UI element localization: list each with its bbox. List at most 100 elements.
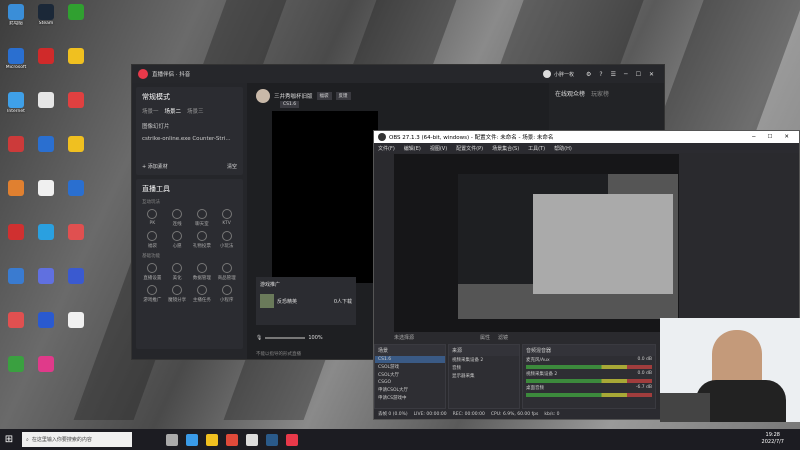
tab-player-rank[interactable]: 玩家榜 [591,89,609,98]
folder-icon[interactable] [206,433,218,446]
desktop-icon[interactable] [34,268,58,285]
desktop-icon[interactable] [4,180,28,197]
desktop-icon[interactable] [64,224,88,241]
desktop-icon[interactable] [64,4,88,21]
avatar[interactable] [542,70,551,78]
filters-button[interactable]: 滤镜 [498,334,508,341]
source-item[interactable]: 显示器采集 [449,372,519,380]
settings-icon[interactable]: ⚙ [586,71,591,78]
properties-button[interactable]: 属性 [480,334,490,341]
source-item[interactable]: 音频 [449,364,519,372]
scene-item[interactable]: CSOL游戏 [375,363,445,371]
menu-icon[interactable]: ☰ [611,71,616,78]
desktop-icon[interactable] [4,312,28,329]
source-item[interactable]: cstrike-online.exe Counter-Stri... [136,133,243,145]
desktop-icon[interactable] [34,92,58,109]
desktop-icon[interactable]: Internet [4,92,28,114]
tab-scene-1[interactable]: 场景一 [142,107,159,115]
tool-button[interactable]: 商品管理 [216,263,237,281]
minimize-icon[interactable]: ─ [624,71,628,78]
desktop-icon[interactable] [34,48,58,65]
steam-icon[interactable] [266,433,278,446]
desktop-icon[interactable] [34,180,58,197]
tag[interactable]: 福袋 [316,92,332,100]
mic-icon[interactable]: 🎙 [256,335,262,341]
chrome-icon[interactable] [226,433,238,446]
tool-button[interactable]: 游戏推广 [142,285,163,303]
obs-icon[interactable] [246,433,258,446]
close-icon[interactable]: ✕ [649,71,654,78]
taskbar-search[interactable]: ⌕ 在这里输入你要搜索的内容 [22,432,132,447]
desktop-icon[interactable] [4,356,28,373]
task-view-icon[interactable] [166,433,178,446]
tool-button[interactable]: 礼物投票 [192,231,213,249]
volume-meter[interactable] [526,393,652,397]
desktop-icon[interactable]: Microsoft [4,48,28,70]
tool-button[interactable]: 小玩法 [216,231,237,249]
tab-scene-3[interactable]: 场景三 [187,107,204,115]
scene-item[interactable]: CSGO [375,379,445,386]
edge-icon[interactable] [186,433,198,446]
desktop-icon[interactable] [64,136,88,153]
tool-button[interactable]: 小程序 [216,285,237,303]
obs-menu-item[interactable]: 配置文件(P) [456,145,483,152]
desktop-icon[interactable] [64,92,88,109]
tool-button[interactable]: 直播设置 [142,263,163,281]
obs-menu-item[interactable]: 场景集合(S) [492,145,519,152]
obs-menu-item[interactable]: 文件(F) [378,145,395,152]
tool-button[interactable]: 魔镜分享 [167,285,188,303]
obs-preview-canvas[interactable] [394,154,679,332]
minimize-icon[interactable]: ─ [752,134,755,140]
tool-button[interactable]: 福袋 [142,231,163,249]
help-icon[interactable]: ? [599,71,602,78]
promo-game-name[interactable]: 反恐精英 [277,298,297,305]
tool-button[interactable]: 美化 [167,263,188,281]
desktop-icon[interactable] [34,356,58,373]
game-chip[interactable]: CS1.6 [280,101,300,108]
close-icon[interactable]: ✕ [784,134,789,140]
system-clock[interactable]: 19:28 2022/7/7 [762,432,784,446]
source-item[interactable]: 视频采集设备 2 [449,356,519,364]
obs-menu-item[interactable]: 编辑(E) [404,145,421,152]
user-name[interactable]: 小胖一枚 [554,71,574,78]
add-source-button[interactable]: + 添加素材 [142,163,168,170]
obs-menu-item[interactable]: 工具(T) [528,145,545,152]
tool-button[interactable]: 连线 [167,209,188,227]
desktop-icon[interactable] [4,136,28,153]
desktop-icon[interactable]: 此电脑 [4,4,28,26]
tool-button[interactable]: 数据管理 [192,263,213,281]
desktop-icon[interactable]: Steam [34,4,58,26]
source-item[interactable]: 图像幻灯片 [136,119,243,133]
clear-button[interactable]: 清空 [227,163,237,170]
tool-button[interactable]: 主播任务 [192,285,213,303]
tool-button[interactable]: 心愿 [167,231,188,249]
desktop-icon[interactable] [34,312,58,329]
desktop-icon[interactable] [34,136,58,153]
desktop-icon[interactable] [64,312,88,329]
tab-online-viewers[interactable]: 在线观众榜 [555,89,585,98]
volume-slider[interactable] [265,337,306,339]
desktop-icon[interactable] [64,48,88,65]
maximize-icon[interactable]: ☐ [767,134,772,140]
tag[interactable]: 反馈 [335,92,351,100]
obs-menu-item[interactable]: 视图(V) [430,145,447,152]
volume-control[interactable]: 🎙 100% [256,335,323,341]
mode-title[interactable]: 常规模式 [136,87,243,107]
windows-start-icon[interactable]: ⊞ [0,434,18,445]
desktop-icon[interactable] [4,268,28,285]
maximize-icon[interactable]: ☐ [636,71,641,78]
desktop-icon[interactable] [64,268,88,285]
scene-item[interactable]: 申请CSOL大厅 [375,386,445,394]
desktop-icon[interactable] [34,224,58,241]
tab-scene-2[interactable]: 场景二 [165,107,182,115]
tool-button[interactable]: KTV [216,209,237,227]
scene-item[interactable]: 申请CS游戏中 [375,394,445,402]
tool-button[interactable]: 聊天室 [192,209,213,227]
desktop-icon[interactable] [4,224,28,241]
tiktok-icon[interactable] [286,433,298,446]
obs-menu-item[interactable]: 帮助(H) [554,145,572,152]
volume-meter[interactable] [526,379,652,383]
desktop-icon[interactable] [64,180,88,197]
tool-button[interactable]: PK [142,209,163,227]
scene-item[interactable]: CS1.6 [375,356,445,363]
